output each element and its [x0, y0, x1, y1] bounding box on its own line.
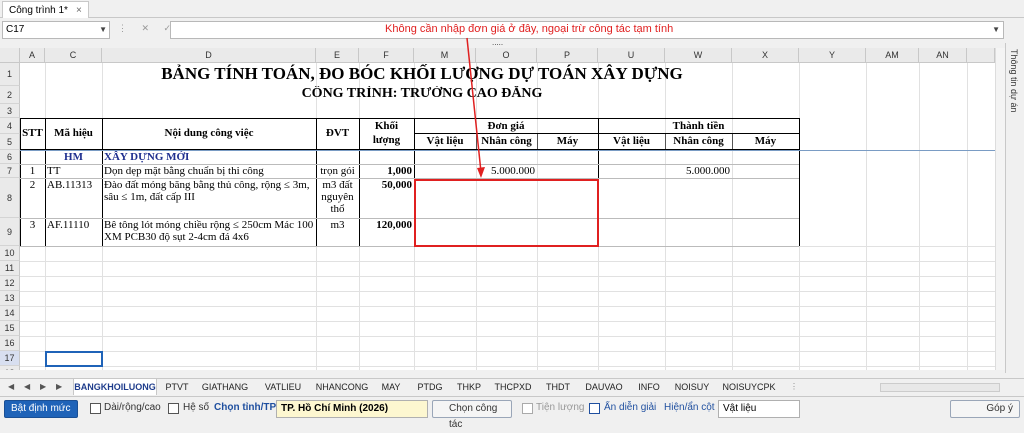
last-sheet-icon[interactable]: ▶: [56, 382, 62, 391]
chon-cong-tac-button[interactable]: Chọn công tác: [432, 400, 512, 430]
horizontal-scrollbar[interactable]: [880, 383, 1000, 392]
more-tabs-icon[interactable]: ⋮: [790, 382, 798, 391]
project-info-label[interactable]: Thông tin dự án: [1009, 49, 1019, 113]
tab-vatlieu[interactable]: VATLIEU: [254, 379, 312, 395]
prev-sheet-icon[interactable]: ◀: [24, 382, 30, 391]
tab-noisuycpk[interactable]: NOISUYCPK: [716, 379, 782, 395]
tien-luong-label: Tiện lượng: [536, 402, 585, 413]
tab-giathang[interactable]: GIATHANG: [197, 379, 253, 395]
tab-may[interactable]: MAY: [372, 379, 410, 395]
tab-noisuy[interactable]: NOISUY: [669, 379, 715, 395]
tab-thdt[interactable]: THDT: [538, 379, 578, 395]
tab-thcpxd[interactable]: THCPXD: [489, 379, 537, 395]
column-visibility-select[interactable]: Vật liệu: [718, 400, 800, 418]
tab-ptdg[interactable]: PTDG: [411, 379, 449, 395]
chon-tinh-label: Chọn tỉnh/TP:: [214, 402, 280, 413]
annotation-text: Không cần nhập đơn giá ở đây, ngoại trừ …: [385, 23, 674, 35]
tab-nhancong[interactable]: NHANCONG: [313, 379, 371, 395]
bat-dinh-muc-button[interactable]: Bật định mức: [4, 400, 78, 418]
tab-info[interactable]: INFO: [630, 379, 668, 395]
tab-ptvt[interactable]: PTVT: [158, 379, 196, 395]
bottom-toolbar: Bật định mức Dài/rộng/cao Hệ số Chọn tỉn…: [0, 396, 1024, 430]
next-sheet-icon[interactable]: ▶: [40, 382, 46, 391]
sheet-tab-bar: ◀ ◀ ▶ ▶ BANGKHOILUONG PTVT GIATHANG VATL…: [0, 378, 1024, 395]
annotation-arrow: [466, 37, 485, 178]
hien-an-cot-label: Hiện/ẩn cột: [664, 402, 715, 413]
tab-dauvao[interactable]: DAUVAO: [579, 379, 629, 395]
tab-thkp[interactable]: THKP: [450, 379, 488, 395]
an-dien-giai-label: Ẩn diễn giải: [604, 402, 657, 413]
first-sheet-icon[interactable]: ◀: [8, 382, 14, 391]
dai-rong-cao-label: Dài/rộng/cao: [104, 402, 161, 413]
he-so-label: Hệ số: [183, 402, 210, 413]
project-info-panel[interactable]: Thông tin dự án: [1005, 43, 1024, 373]
vertical-scrollbar[interactable]: [995, 48, 1005, 370]
he-so-checkbox[interactable]: [168, 403, 179, 414]
tab-bangkhoiluong[interactable]: BANGKHOILUONG: [73, 379, 157, 395]
tien-luong-checkbox[interactable]: [522, 403, 533, 414]
gop-y-button[interactable]: Góp ý: [950, 400, 1020, 418]
dai-rong-cao-checkbox[interactable]: [90, 403, 101, 414]
an-dien-giai-checkbox[interactable]: [589, 403, 600, 414]
province-select[interactable]: TP. Hồ Chí Minh (2026): [276, 400, 428, 418]
